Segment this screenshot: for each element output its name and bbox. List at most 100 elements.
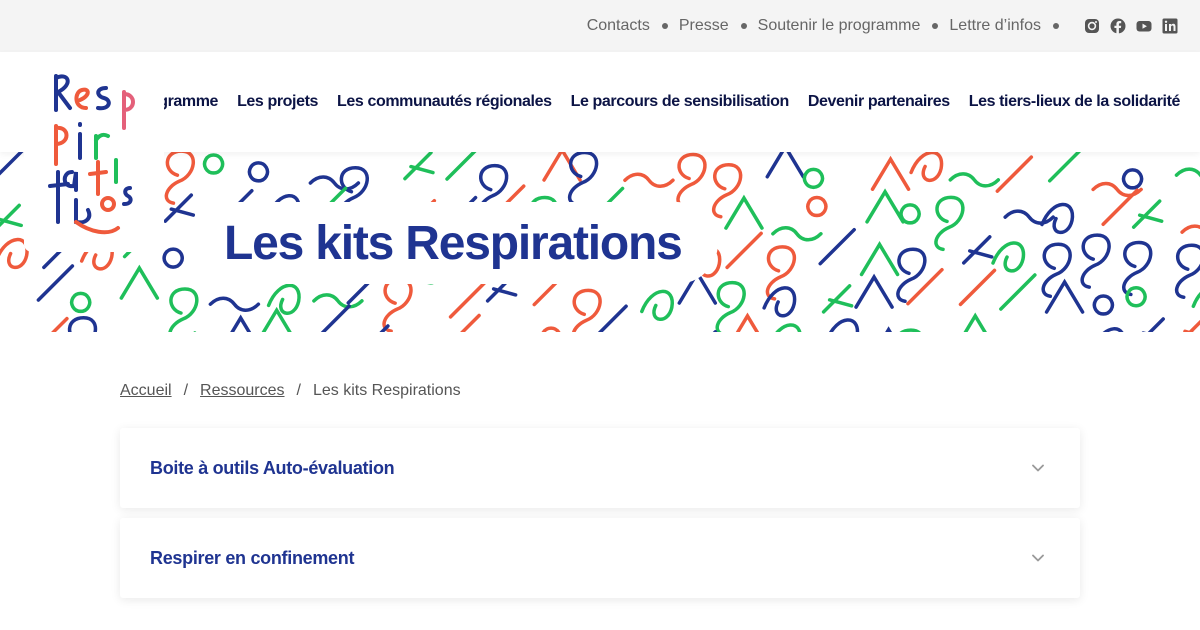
pattern-squiggle	[1121, 168, 1144, 190]
pattern-squiggle	[308, 175, 361, 191]
pattern-squiggle	[162, 247, 184, 269]
pattern-squiggle	[854, 273, 894, 309]
pattern-squiggle	[724, 194, 764, 230]
nav-item-tiers-lieux[interactable]: Les tiers-lieux de la solidarité	[969, 93, 1181, 111]
pattern-squiggle	[640, 289, 674, 321]
pattern-squiggle	[948, 172, 1001, 188]
breadcrumb-separator: /	[183, 382, 189, 399]
soutenir-link[interactable]: Soutenir le programme	[758, 17, 921, 35]
pattern-squiggle	[1080, 233, 1111, 289]
pattern-squiggle	[818, 227, 856, 266]
pattern-squiggle	[571, 288, 602, 332]
utility-bar: Contacts Presse Soutenir le programme Le…	[0, 0, 1200, 52]
pattern-squiggle	[1047, 152, 1082, 183]
pattern-squiggle	[247, 161, 270, 183]
pattern-squiggle	[1041, 242, 1072, 299]
contacts-link[interactable]: Contacts	[587, 17, 650, 35]
pattern-squiggle	[676, 152, 707, 209]
pattern-squiggle	[382, 277, 413, 332]
pattern-squiggle	[909, 152, 944, 182]
chevron-down-icon	[1031, 461, 1045, 475]
pattern-squiggle	[1141, 317, 1165, 332]
pattern-squiggle	[765, 152, 806, 179]
nav-item-partenaires[interactable]: Devenir partenaires	[808, 93, 950, 111]
pattern-squiggle	[567, 152, 599, 207]
hero-banner: Les kits Respirations	[0, 152, 1200, 332]
breadcrumb-accueil[interactable]: Accueil	[120, 382, 172, 400]
pattern-squiggle	[202, 153, 225, 175]
pattern-squiggle	[771, 226, 823, 242]
pattern-squiggle	[896, 247, 927, 304]
pattern-squiggle	[0, 237, 29, 270]
accordion-title: Boite à outils Auto-évaluation	[150, 457, 395, 478]
pattern-squiggle	[67, 316, 98, 332]
hero-title-container: Les kits Respirations	[198, 202, 718, 284]
pattern-squiggle	[999, 273, 1037, 311]
pattern-squiggle	[119, 264, 160, 300]
pattern-squiggle	[623, 172, 675, 188]
separator-dot	[740, 23, 747, 29]
utility-links: Contacts Presse Soutenir le programme Le…	[587, 17, 1070, 35]
pattern-squiggle	[775, 323, 802, 332]
pattern-squiggle	[1044, 278, 1085, 314]
respirations-logo[interactable]	[24, 52, 164, 252]
separator-dot	[1053, 23, 1059, 29]
pattern-squiggle	[958, 268, 997, 307]
pattern-squiggle	[0, 152, 24, 176]
pattern-squiggle	[1102, 327, 1124, 332]
pattern-squiggle	[1180, 224, 1200, 234]
pattern-squiggle	[1191, 292, 1200, 309]
accordion-item-confinement[interactable]: Respirer en confinement	[120, 518, 1080, 598]
breadcrumb: Accueil / Ressources / Les kits Respirat…	[120, 380, 461, 402]
pattern-squiggle	[163, 193, 196, 223]
linkedin-icon[interactable]	[1162, 18, 1178, 34]
main-header: Le programme Les projets Les communautés…	[0, 52, 1200, 152]
pattern-squiggle	[963, 312, 987, 332]
pattern-squiggle	[725, 231, 763, 270]
nav-item-parcours[interactable]: Le parcours de sensibilisation	[571, 93, 790, 111]
pattern-squiggle	[266, 283, 301, 315]
facebook-icon[interactable]	[1110, 18, 1126, 34]
nav-item-communautes[interactable]: Les communautés régionales	[337, 93, 552, 111]
pattern-squiggle	[899, 203, 921, 225]
separator-dot	[932, 23, 939, 29]
pattern-squiggle	[1040, 202, 1075, 235]
presse-link[interactable]: Presse	[679, 17, 729, 35]
accordion-item-auto-evaluation[interactable]: Boite à outils Auto-évaluation	[120, 428, 1080, 508]
pattern-squiggle	[1174, 167, 1200, 178]
pattern-squiggle	[168, 287, 199, 332]
pattern-squiggle	[899, 328, 921, 332]
accordion-title: Respirer en confinement	[150, 547, 355, 568]
instagram-icon[interactable]	[1084, 18, 1100, 34]
pattern-squiggle	[859, 241, 900, 277]
main-nav: Le programme Les projets Les communautés…	[112, 52, 1181, 152]
pattern-squiggle	[1101, 188, 1139, 227]
pattern-squiggle	[0, 203, 23, 228]
pattern-squiggle	[821, 284, 854, 314]
pattern-squiggle	[1131, 199, 1164, 229]
pattern-squiggle	[735, 312, 760, 332]
chevron-down-icon	[1031, 551, 1045, 565]
pattern-squiggle	[906, 267, 944, 306]
pattern-squiggle	[1092, 294, 1115, 316]
pattern-squiggle	[995, 155, 1034, 193]
page-title: Les kits Respirations	[224, 216, 683, 270]
pattern-squiggle	[865, 188, 905, 224]
pattern-squiggle	[448, 281, 487, 319]
breadcrumb-separator: /	[296, 382, 301, 399]
nav-item-projets[interactable]: Les projets	[237, 93, 318, 111]
pattern-squiggle	[1125, 286, 1147, 308]
pattern-squiggle	[51, 316, 69, 332]
pattern-squiggle	[715, 280, 746, 332]
social-links	[1074, 18, 1178, 34]
pattern-squiggle	[806, 195, 828, 218]
youtube-icon[interactable]	[1136, 18, 1152, 34]
accordion: Boite à outils Auto-évaluation Respirer …	[120, 428, 1080, 608]
breadcrumb-ressources[interactable]: Ressources	[200, 382, 284, 400]
newsletter-link[interactable]: Lettre d’infos	[949, 17, 1041, 35]
pattern-squiggle	[991, 241, 1026, 273]
logo-mark	[48, 74, 135, 235]
pattern-squiggle	[829, 318, 860, 332]
pattern-squiggle	[802, 167, 825, 190]
pattern-squiggle	[1183, 319, 1200, 332]
